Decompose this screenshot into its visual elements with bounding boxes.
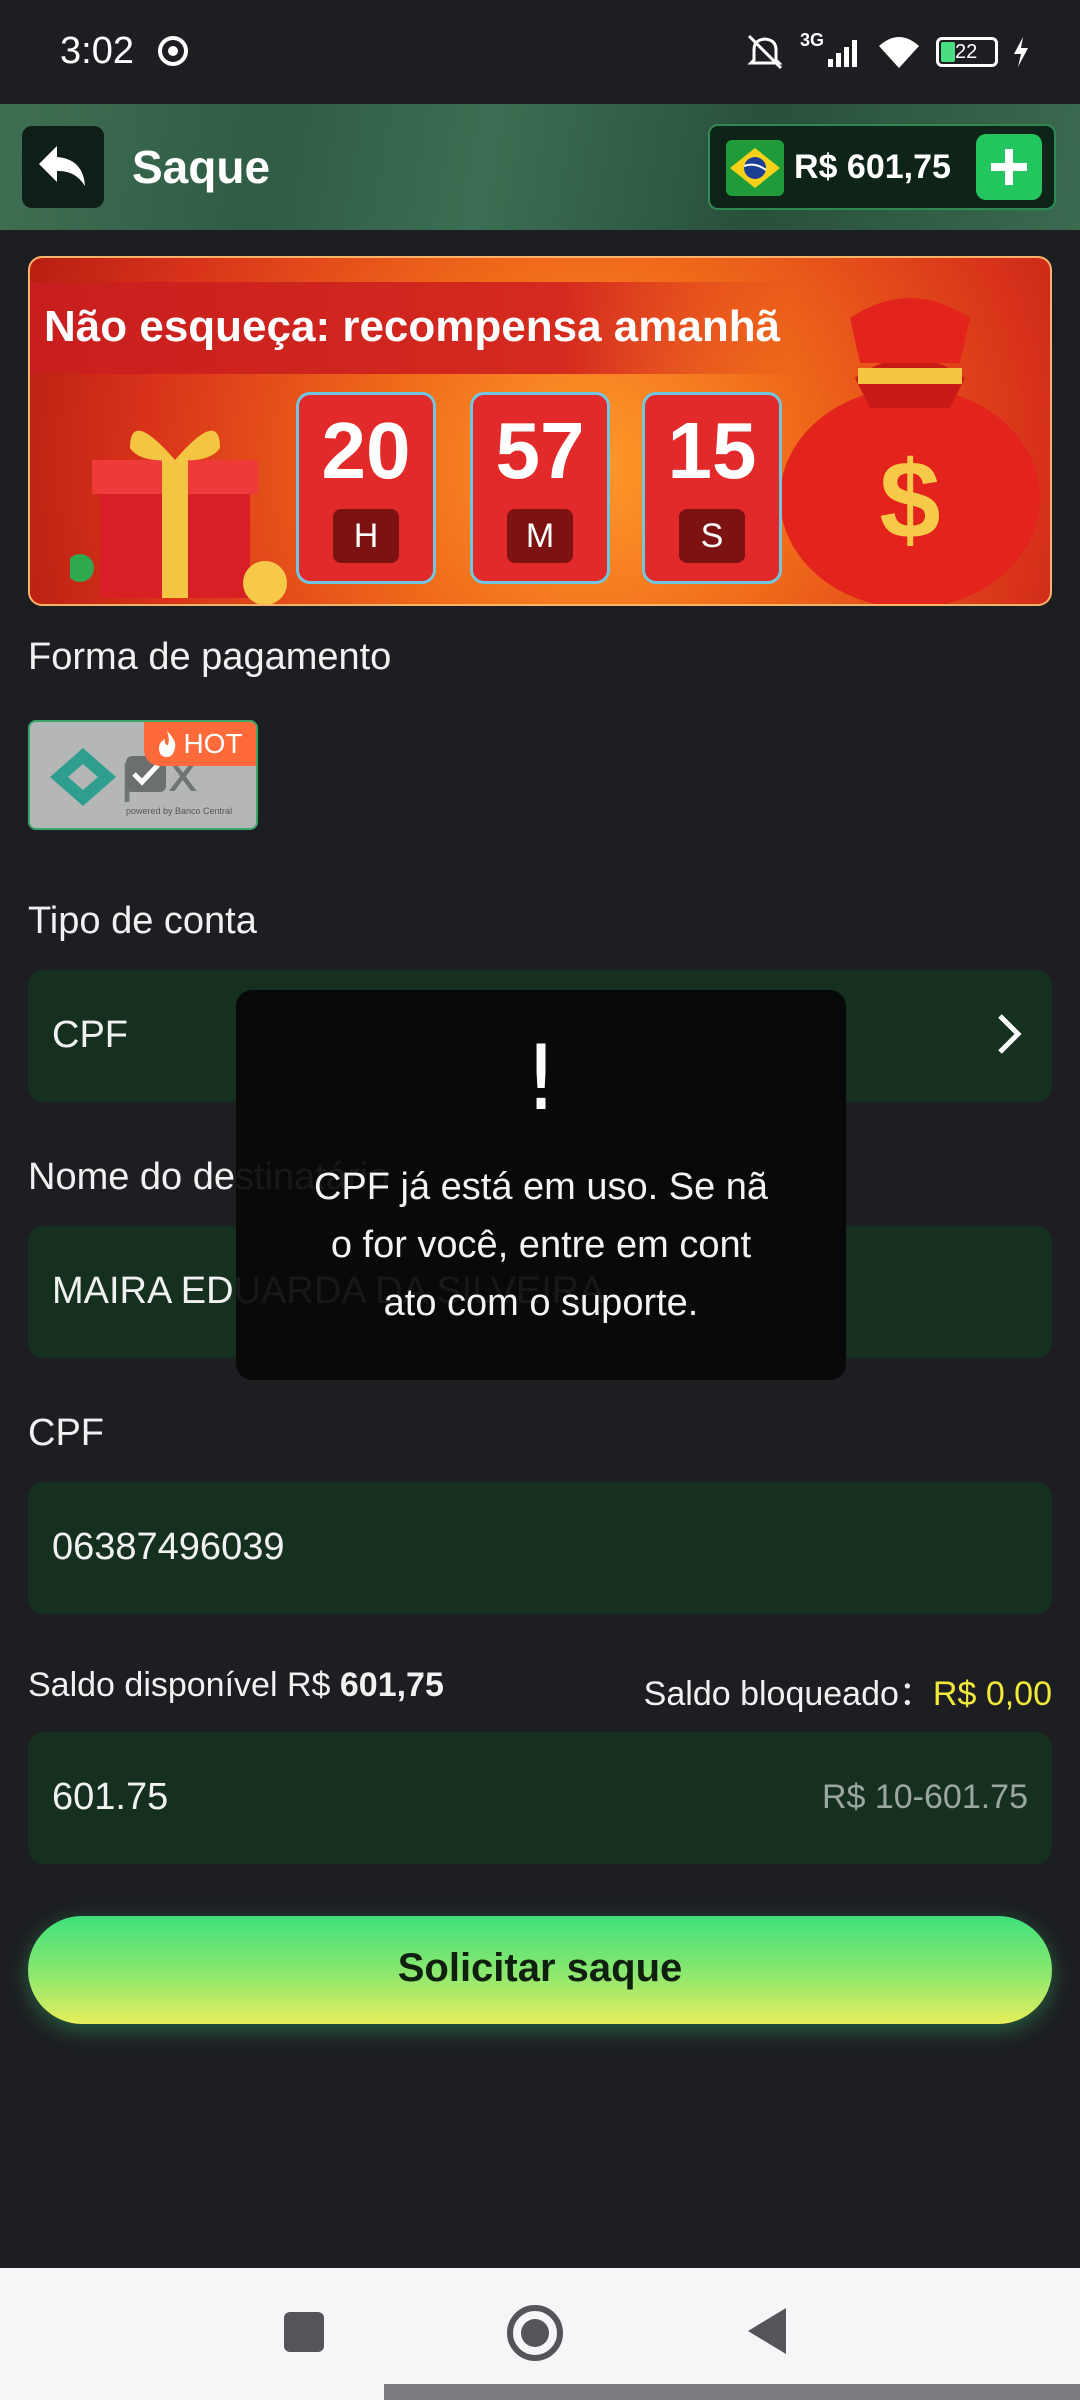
reward-banner[interactable]: $ Não esqueça: recompensa amanhã 20 H 57…	[28, 256, 1052, 606]
gift-box-image	[70, 430, 287, 604]
back-button[interactable]	[22, 126, 104, 208]
exclamation-icon: !	[522, 1026, 560, 1131]
nav-home-icon[interactable]	[506, 2304, 564, 2362]
toast-message-line: CPF já está em uso. Se nã	[313, 1166, 769, 1208]
account-type-label: Tipo de conta	[28, 900, 257, 942]
countdown-hours-unit: H	[333, 509, 399, 563]
nav-recents-icon[interactable]	[284, 2312, 324, 2352]
available-balance-value: 601,75	[339, 1666, 444, 1704]
status-time: 3:02	[60, 30, 134, 72]
countdown-minutes-unit: M	[507, 509, 573, 563]
brazil-flag-icon	[726, 140, 784, 196]
payment-method-label: Forma de pagamento	[28, 636, 392, 678]
chrome-icon	[158, 36, 188, 66]
countdown-minutes-value: 57	[495, 406, 585, 495]
blocked-balance-label: Saldo bloqueado：	[643, 1675, 933, 1713]
countdown-minutes: 57 M	[470, 392, 610, 584]
network-type: 3G	[799, 30, 824, 50]
page-title: Saque	[132, 141, 271, 193]
mute-icon	[747, 34, 783, 70]
request-withdrawal-button[interactable]: Solicitar saque	[28, 1916, 1052, 2024]
cpf-label: CPF	[28, 1412, 104, 1454]
amount-range: R$ 10-601.75	[821, 1778, 1028, 1816]
toast-message-line: ato com o suporte.	[383, 1282, 699, 1324]
amount-field[interactable]: 601.75 R$ 10-601.75	[28, 1732, 1052, 1864]
countdown-seconds-unit: S	[679, 509, 745, 563]
pix-caption: powered by Banco Central	[126, 806, 233, 816]
countdown-hours: 20 H	[296, 392, 436, 584]
wifi-icon	[879, 37, 919, 68]
back-arrow-icon	[39, 146, 85, 186]
status-bar: 3:02 3G 22	[0, 0, 1080, 104]
chevron-right-icon	[998, 1014, 1022, 1054]
svg-text:$: $	[879, 439, 940, 562]
blocked-balance-value: R$ 0,00	[932, 1675, 1052, 1713]
toast-message-line: o for você, entre em cont	[330, 1224, 752, 1266]
account-type-value: CPF	[52, 1014, 128, 1056]
battery-level: 22	[955, 41, 978, 63]
hot-badge-text: HOT	[183, 728, 243, 759]
banner-text: Não esqueça: recompensa amanhã	[44, 302, 781, 351]
gesture-handle	[384, 2384, 1080, 2400]
payment-option-pix[interactable]: pix powered by Banco Central HOT	[28, 720, 258, 830]
request-withdrawal-label: Solicitar saque	[397, 1946, 683, 1990]
blocked-balance: Saldo bloqueado：R$ 0,00	[644, 1666, 1052, 1715]
money-bag-image: $	[780, 298, 1040, 604]
charging-icon	[1014, 37, 1028, 67]
deposit-plus-button[interactable]	[976, 134, 1042, 200]
available-balance-label: Saldo disponível R$	[28, 1666, 340, 1704]
fire-icon	[159, 731, 176, 757]
balance-pill[interactable]: R$ 601,75	[708, 124, 1056, 210]
countdown-hours-value: 20	[321, 406, 411, 495]
system-nav-bar	[0, 2268, 1080, 2400]
countdown-seconds: 15 S	[642, 392, 782, 584]
signal-icon	[828, 40, 857, 67]
nav-back-icon[interactable]	[746, 2306, 788, 2356]
balance-amount: R$ 601,75	[794, 148, 951, 186]
plus-icon	[991, 149, 1027, 185]
status-icons: 3G 22	[744, 30, 1030, 74]
cpf-value: 06387496039	[52, 1526, 285, 1568]
available-balance: Saldo disponível R$ 601,75	[28, 1666, 444, 1705]
amount-value: 601.75	[52, 1776, 169, 1818]
app-header: Saque R$ 601,75	[0, 104, 1080, 230]
battery-icon: 22	[936, 37, 998, 67]
pix-logo-icon	[50, 748, 116, 806]
hot-badge: HOT	[144, 722, 256, 766]
cpf-field[interactable]: 06387496039	[28, 1482, 1052, 1614]
countdown-seconds-value: 15	[667, 406, 757, 495]
error-toast: ! CPF já está em uso. Se nã o for você, …	[236, 990, 846, 1380]
